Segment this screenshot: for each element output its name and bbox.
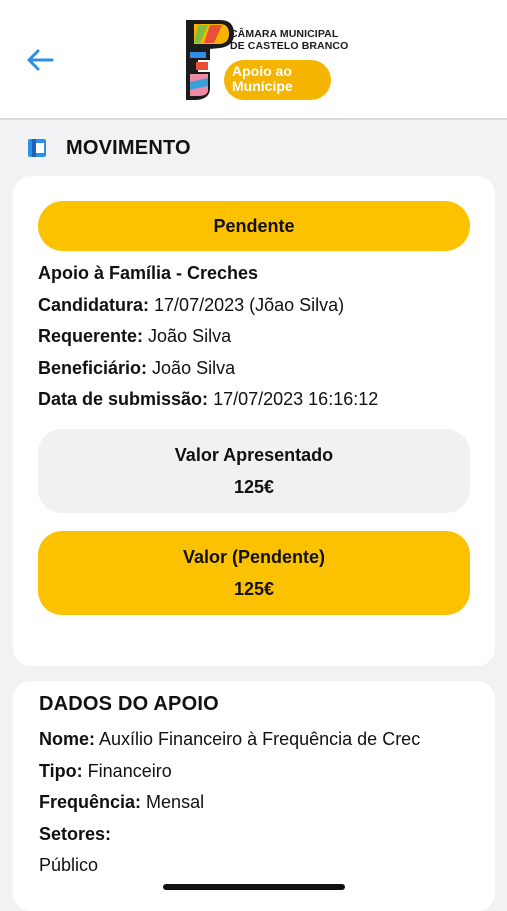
valor-apresentado-value: 125€ <box>233 477 275 497</box>
beneficiario-value: João Silva <box>152 357 236 378</box>
status-badge: Pendente <box>38 201 470 251</box>
section-header: MOVIMENTO <box>26 134 191 162</box>
movement-info: Apoio à Família - Creches Candidatura: 1… <box>38 258 478 416</box>
arrow-left-icon <box>27 49 54 71</box>
valor-pendente-box: Valor (Pendente) 125€ <box>38 531 470 615</box>
nome-row: Nome: Auxílio Financeiro à Frequência de… <box>39 724 489 756</box>
tipo-value: Financeiro <box>87 760 172 781</box>
municipality-logo: CÂMARA MUNICIPAL DE CASTELO BRANCO Apoio… <box>180 16 350 104</box>
section-title: MOVIMENTO <box>66 136 191 159</box>
beneficiario-label: Beneficiário: <box>38 357 148 378</box>
requerente-value: João Silva <box>148 326 232 346</box>
app-header: CÂMARA MUNICIPAL DE CASTELO BRANCO Apoio… <box>0 0 507 120</box>
dados-apoio-list: Nome: Auxílio Financeiro à Frequência de… <box>39 724 489 882</box>
movement-card: Pendente Apoio à Família - Creches Candi… <box>13 176 495 666</box>
candidatura-label: Candidatura: <box>38 294 150 315</box>
frequencia-row: Frequência: Mensal <box>39 787 489 819</box>
requerente-row: Requerente: João Silva <box>38 321 478 353</box>
logo-line-2: DE CASTELO BRANCO <box>230 40 349 52</box>
frequencia-value: Mensal <box>146 792 205 812</box>
requerente-label: Requerente: <box>38 326 144 346</box>
setores-value: Público <box>39 855 99 875</box>
nome-label: Nome: <box>39 729 96 749</box>
logo-pill-line-1: Apoio ao <box>232 63 292 79</box>
setores-label: Setores: <box>39 823 112 844</box>
tipo-label: Tipo: <box>39 760 83 781</box>
beneficiario-row: Beneficiário: João Silva <box>38 353 478 385</box>
movement-type-text: Apoio à Família - Creches <box>38 263 259 283</box>
home-indicator[interactable] <box>163 884 345 890</box>
submission-date-row: Data de submissão: 17/07/2023 16:16:12 <box>38 384 478 416</box>
setores-value-row: Público <box>39 850 489 882</box>
tipo-row: Tipo: Financeiro <box>39 756 489 788</box>
logo-title: CÂMARA MUNICIPAL DE CASTELO BRANCO <box>230 28 348 52</box>
dados-apoio-title: DADOS DO APOIO <box>39 693 219 715</box>
dados-apoio-card: DADOS DO APOIO Nome: Auxílio Financeiro … <box>13 681 495 911</box>
logo-pill-line-2: Munícipe <box>232 78 293 94</box>
valor-pendente-value: 125€ <box>233 579 275 599</box>
candidatura-row: Candidatura: 17/07/2023 (Jõao Silva) <box>38 290 478 322</box>
valor-apresentado-label: Valor Apresentado <box>174 445 334 465</box>
setores-row: Setores: <box>39 819 489 851</box>
valor-pendente-label: Valor (Pendente) <box>182 547 326 567</box>
movement-type: Apoio à Família - Creches <box>38 258 478 290</box>
logo-pill: Apoio ao Munícipe <box>224 60 331 100</box>
submission-date-label: Data de submissão: <box>38 389 209 409</box>
valor-apresentado-box: Valor Apresentado 125€ <box>38 429 470 513</box>
candidatura-value: 17/07/2023 (Jõao Silva) <box>154 294 345 315</box>
frequencia-label: Frequência: <box>39 792 142 812</box>
nome-value: Auxílio Financeiro à Frequência de Crec <box>99 729 421 749</box>
logo-line-1: CÂMARA MUNICIPAL <box>230 28 339 40</box>
document-icon <box>28 139 46 157</box>
back-button[interactable] <box>22 42 58 78</box>
submission-date-value: 17/07/2023 16:16:12 <box>213 389 379 409</box>
